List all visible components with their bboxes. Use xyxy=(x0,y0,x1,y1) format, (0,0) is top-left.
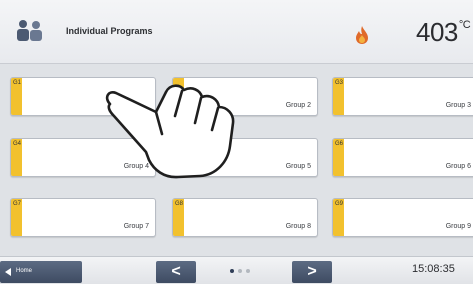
temperature-value: 403 xyxy=(416,17,458,47)
pointing-hand-icon xyxy=(105,84,235,179)
group-tile-7[interactable]: G7 Group 7 xyxy=(10,198,156,237)
flame-icon xyxy=(356,26,368,44)
group-tile-8[interactable]: G8 Group 8 xyxy=(172,198,318,237)
footer-bar: Home < > 15:08:35 xyxy=(0,256,473,284)
back-arrow-icon xyxy=(5,268,11,276)
people-icon xyxy=(17,20,42,41)
group-label: Group 7 xyxy=(123,223,149,230)
group-code: G8 xyxy=(175,201,184,207)
group-label: Group 8 xyxy=(285,223,311,230)
page-indicator xyxy=(230,269,260,275)
group-label: Group 5 xyxy=(285,163,311,170)
home-label: Home xyxy=(16,268,33,274)
page-dot xyxy=(238,269,242,273)
group-code: G3 xyxy=(335,80,344,86)
group-label: Group 6 xyxy=(445,163,471,170)
temperature-readout: 403°C xyxy=(416,17,471,48)
group-label: Group 2 xyxy=(285,102,311,109)
group-code: G7 xyxy=(13,201,22,207)
group-code: G6 xyxy=(335,141,344,147)
page-title: Individual Programs xyxy=(66,26,153,36)
group-label: Group 9 xyxy=(445,223,471,230)
group-label: Group 3 xyxy=(445,102,471,109)
group-tile-9[interactable]: G9 Group 9 xyxy=(332,198,473,237)
temperature-unit: °C xyxy=(458,19,471,31)
group-code: G9 xyxy=(335,201,344,207)
group-code: G1 xyxy=(13,80,22,86)
clock: 15:08:35 xyxy=(412,263,455,275)
home-button[interactable]: Home xyxy=(0,261,82,283)
group-code: G4 xyxy=(13,141,22,147)
prev-page-button[interactable]: < xyxy=(156,261,196,283)
group-tile-6[interactable]: G6 Group 6 xyxy=(332,138,473,177)
page-dot xyxy=(230,269,234,273)
header-bar: Individual Programs 403°C xyxy=(0,0,473,64)
page-dot xyxy=(246,269,250,273)
group-tile-3[interactable]: G3 Group 3 xyxy=(332,77,473,116)
next-page-button[interactable]: > xyxy=(292,261,332,283)
